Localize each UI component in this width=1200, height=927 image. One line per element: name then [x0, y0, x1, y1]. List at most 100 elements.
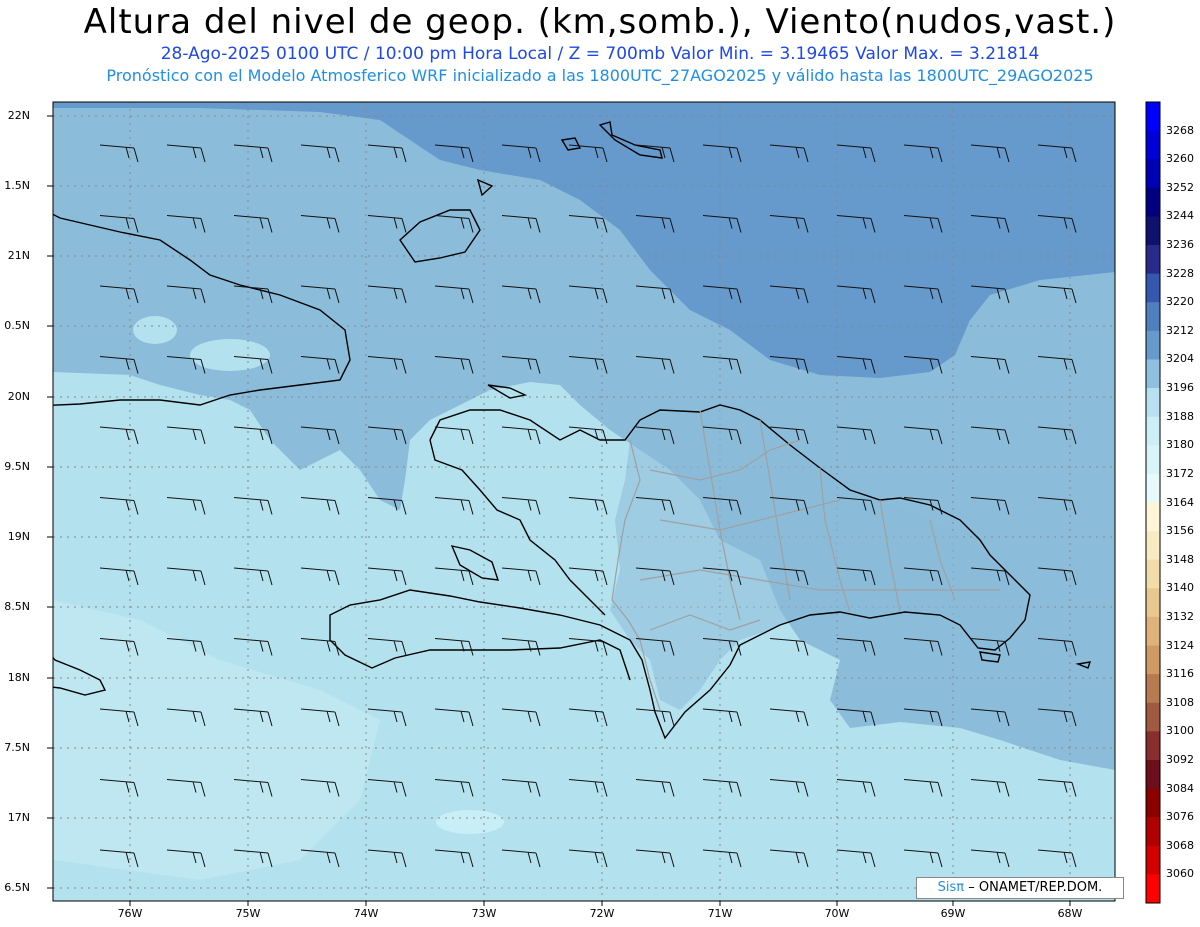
credit-brand: Sisπ [937, 880, 965, 895]
lon-label: 74W [353, 907, 379, 920]
colorbar-swatch [1146, 845, 1160, 875]
lon-label: 72W [589, 907, 615, 920]
colorbar-label: 3060 [1166, 867, 1194, 881]
lat-label: 22N [7, 109, 30, 122]
colorbar-swatch [1146, 788, 1160, 818]
colorbar-label: 3132 [1166, 609, 1194, 623]
colorbar-label: 3164 [1166, 495, 1194, 509]
colorbar-swatch [1146, 473, 1160, 503]
colorbar-label: 3188 [1166, 409, 1194, 423]
colorbar-swatch [1146, 159, 1160, 189]
colorbar-label: 3148 [1166, 552, 1194, 566]
lon-label: 73W [471, 907, 497, 920]
colorbar-swatch [1146, 302, 1160, 332]
colorbar-label: 3204 [1166, 352, 1194, 366]
credit-box: Sisπ – ONAMET/REP.DOM. [916, 877, 1124, 899]
colorbar-swatch [1146, 273, 1160, 303]
colorbar-label: 3140 [1166, 581, 1194, 595]
colorbar-swatch [1146, 130, 1160, 160]
wind-barb [904, 921, 942, 927]
colorbar-label: 3156 [1166, 524, 1194, 538]
lat-label: 17N [7, 811, 30, 824]
colorbar-label: 3068 [1166, 838, 1194, 852]
colorbar-label: 3076 [1166, 810, 1194, 824]
colorbar-swatch [1146, 588, 1160, 618]
field-3196-spot [436, 810, 504, 834]
colorbar-swatch [1146, 731, 1160, 761]
colorbar-swatch [1146, 502, 1160, 532]
colorbar-label: 3084 [1166, 781, 1194, 795]
wind-barb [1038, 921, 1076, 927]
colorbar-label: 3092 [1166, 752, 1194, 766]
wind-barb [837, 921, 875, 927]
lat-label: 7.5N [4, 741, 30, 754]
colorbar-label: 3100 [1166, 724, 1194, 738]
colorbar-label: 3236 [1166, 238, 1194, 252]
colorbar-label: 3268 [1166, 123, 1194, 137]
colorbar-label: 3260 [1166, 152, 1194, 166]
colorbar-swatch [1146, 359, 1160, 389]
wind-barb [100, 921, 138, 927]
model-info-line: Pronóstico con el Modelo Atmosferico WRF… [106, 66, 1094, 85]
lat-label: 6.5N [4, 881, 30, 894]
wind-barb [301, 921, 339, 927]
colorbar-swatch [1146, 245, 1160, 275]
credit-text: – ONAMET/REP.DOM. [968, 880, 1103, 895]
wind-barb [167, 921, 205, 927]
lat-label: 21N [7, 249, 30, 262]
wind-barb [368, 921, 406, 927]
colorbar-label: 3244 [1166, 209, 1194, 223]
lon-label: 75W [235, 907, 261, 920]
wind-barb [770, 921, 808, 927]
colorbar-label: 3116 [1166, 667, 1194, 681]
lat-label: 20N [7, 390, 30, 403]
colorbar-swatch [1146, 330, 1160, 360]
lon-label: 70W [824, 907, 850, 920]
colorbar-swatch [1146, 559, 1160, 589]
lat-label: 9.5N [4, 460, 30, 473]
colorbar-swatch [1146, 388, 1160, 418]
colorbar-label: 3124 [1166, 638, 1194, 652]
lon-label: 71W [707, 907, 733, 920]
colorbar-swatch [1146, 445, 1160, 475]
colorbar-swatch [1146, 759, 1160, 790]
colorbar-swatch [1146, 874, 1160, 904]
colorbar-label: 3196 [1166, 381, 1194, 395]
lat-label: 18N [7, 671, 30, 684]
lat-label: 19N [7, 530, 30, 543]
colorbar-swatch [1146, 187, 1160, 217]
wind-barb [636, 921, 674, 927]
field-3196-spot [190, 339, 270, 371]
wind-barb [234, 921, 272, 927]
colorbar-label: 3252 [1166, 180, 1194, 194]
colorbar [1145, 101, 1161, 904]
colorbar-swatch [1146, 702, 1160, 732]
colorbar-label: 3172 [1166, 466, 1194, 480]
colorbar-swatch [1146, 102, 1160, 132]
map-title: Altura del nivel de geop. (km,somb.), Vi… [83, 2, 1117, 42]
wind-barb [971, 921, 1009, 927]
lat-label: 8.5N [4, 600, 30, 613]
forecast-map [47, 101, 1161, 927]
colorbar-swatch [1146, 645, 1160, 675]
colorbar-label: 3180 [1166, 438, 1194, 452]
colorbar-swatch [1146, 817, 1160, 847]
wind-barb [569, 921, 607, 927]
field-3196-spot [133, 316, 177, 344]
colorbar-label: 3108 [1166, 695, 1194, 709]
lat-label: 0.5N [4, 319, 30, 332]
wind-barb [502, 921, 540, 927]
valid-time-line: 28-Ago-2025 0100 UTC / 10:00 pm Hora Loc… [160, 44, 1040, 64]
colorbar-swatch [1146, 616, 1160, 647]
wind-barb [435, 921, 473, 927]
colorbar-swatch [1146, 216, 1160, 246]
colorbar-label: 3220 [1166, 295, 1194, 309]
colorbar-label: 3228 [1166, 266, 1194, 280]
lon-label: 68W [1057, 907, 1083, 920]
colorbar-swatch [1146, 674, 1160, 704]
colorbar-swatch [1146, 531, 1160, 561]
lon-label: 69W [940, 907, 966, 920]
wind-barb [703, 921, 741, 927]
colorbar-swatch [1146, 416, 1160, 446]
lon-label: 76W [117, 907, 143, 920]
